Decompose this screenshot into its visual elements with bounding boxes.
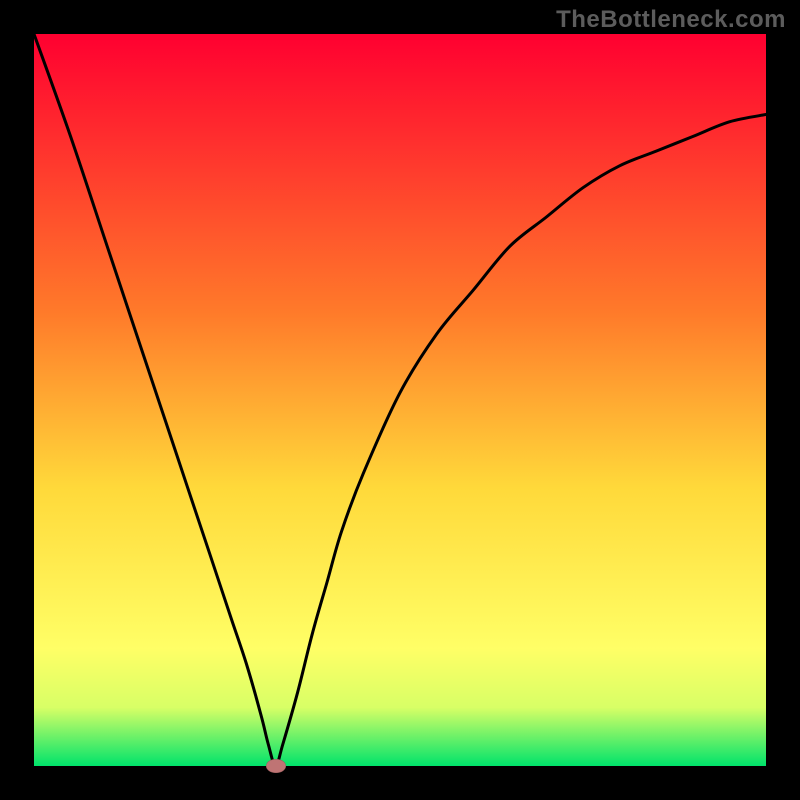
plot-area (34, 34, 766, 766)
gradient-background (34, 34, 766, 766)
watermark-text: TheBottleneck.com (556, 6, 786, 34)
bottleneck-chart (34, 34, 766, 766)
chart-frame: TheBottleneck.com (0, 0, 800, 800)
min-point-marker (266, 759, 286, 773)
